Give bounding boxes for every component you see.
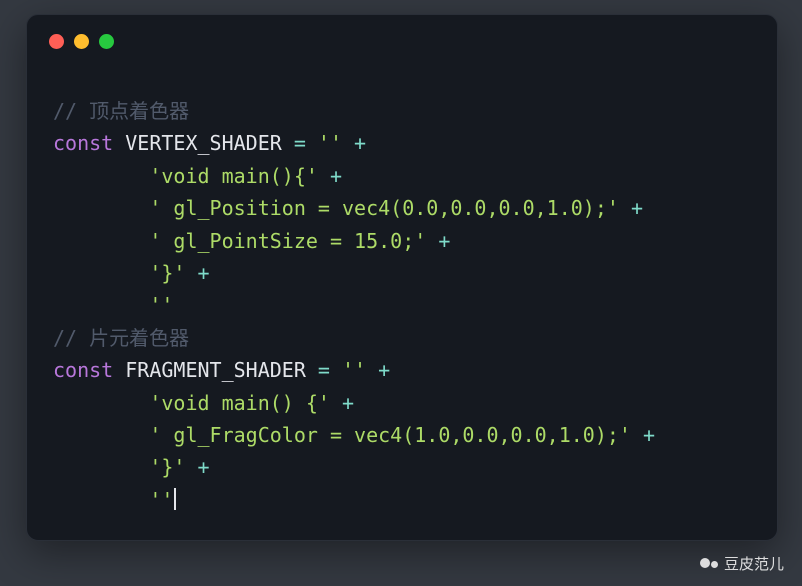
- maximize-icon[interactable]: [99, 34, 114, 49]
- code-comment: // 片元着色器: [53, 326, 189, 350]
- wechat-icon: [700, 556, 718, 571]
- code-string: 'void main(){': [53, 164, 318, 188]
- code-string: '': [53, 488, 173, 512]
- watermark-label: 豆皮范儿: [724, 553, 784, 574]
- code-keyword: const: [53, 131, 113, 155]
- code-operator: +: [631, 423, 655, 447]
- code-operator: +: [366, 358, 390, 382]
- code-string: '': [53, 293, 173, 317]
- code-keyword: const: [53, 358, 113, 382]
- code-string: '}': [53, 455, 185, 479]
- code-string: '}': [53, 261, 185, 285]
- code-operator: +: [342, 131, 366, 155]
- code-operator: +: [185, 261, 209, 285]
- code-operator: =: [294, 131, 306, 155]
- minimize-icon[interactable]: [74, 34, 89, 49]
- code-operator: +: [185, 455, 209, 479]
- code-comment: // 顶点着色器: [53, 99, 189, 123]
- window-titlebar: [27, 15, 777, 67]
- code-identifier: VERTEX_SHADER: [113, 131, 294, 155]
- code-string: ' gl_Position = vec4(0.0,0.0,0.0,1.0);': [53, 196, 619, 220]
- code-operator: =: [318, 358, 330, 382]
- close-icon[interactable]: [49, 34, 64, 49]
- watermark: 豆皮范儿: [700, 553, 784, 574]
- code-string: 'void main() {': [53, 391, 330, 415]
- code-operator: +: [426, 229, 450, 253]
- text-cursor: [174, 488, 176, 510]
- code-editor[interactable]: // 顶点着色器 const VERTEX_SHADER = '' + 'voi…: [27, 67, 777, 516]
- code-string: '': [330, 358, 366, 382]
- code-string: '': [306, 131, 342, 155]
- code-operator: +: [318, 164, 342, 188]
- code-window: // 顶点着色器 const VERTEX_SHADER = '' + 'voi…: [26, 14, 778, 541]
- code-string: ' gl_PointSize = 15.0;': [53, 229, 426, 253]
- code-operator: +: [619, 196, 643, 220]
- code-string: ' gl_FragColor = vec4(1.0,0.0,0.0,1.0);': [53, 423, 631, 447]
- code-identifier: FRAGMENT_SHADER: [113, 358, 318, 382]
- code-operator: +: [330, 391, 354, 415]
